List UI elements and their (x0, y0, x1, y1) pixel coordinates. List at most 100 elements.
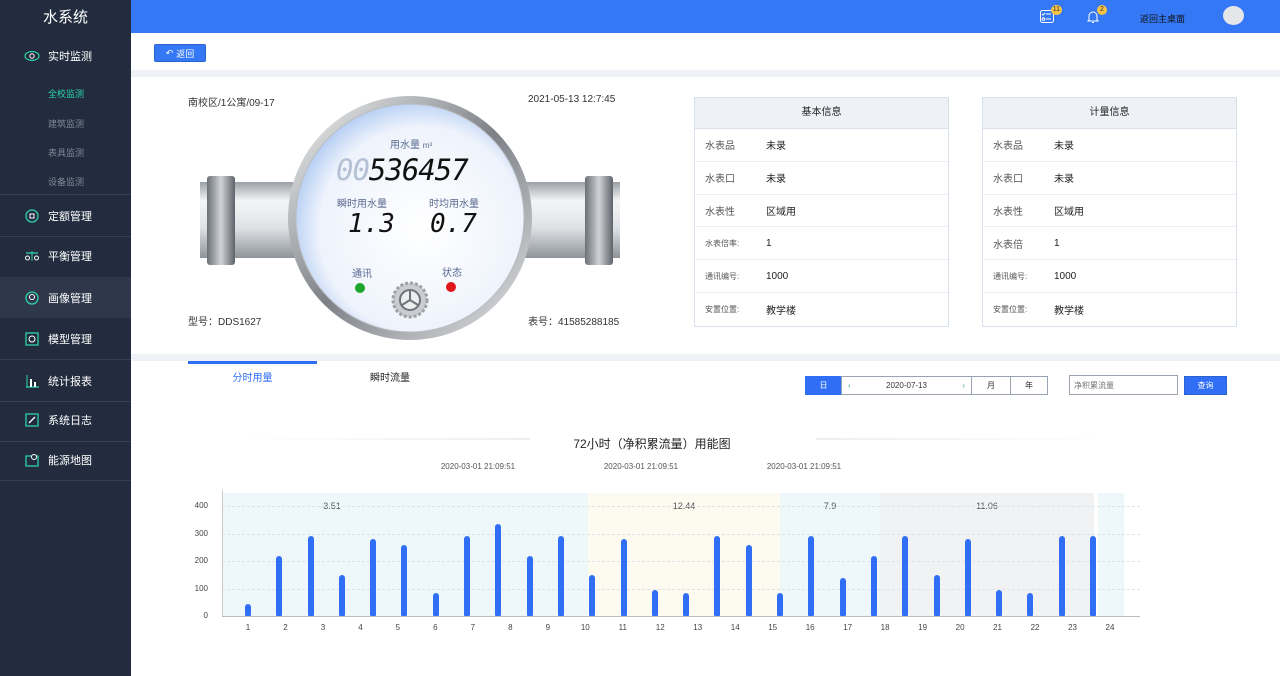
metering-info-table: 计量信息 水表品未录水表口未录水表性区域用水表倍1通讯编号:1000安置位置:教… (982, 97, 1237, 327)
back-button[interactable]: ↶返回 (154, 44, 206, 62)
avatar[interactable] (1223, 6, 1244, 25)
chart-title: 72小时（净积累流量）用能图 (500, 435, 804, 452)
gridline (222, 506, 1140, 507)
chart-band (880, 493, 1094, 616)
sidebar-item-label: 能源地图 (48, 452, 92, 468)
instant-value: 1.3 (348, 209, 395, 239)
search-input[interactable] (1069, 375, 1178, 395)
usage-reading: 00536457 (336, 153, 468, 187)
status-indicator (446, 282, 456, 292)
divider (0, 194, 131, 195)
sidebar-item-logs[interactable]: 系统日志 (0, 400, 131, 440)
table-row: 水表品未录 (983, 129, 1236, 162)
bar (652, 590, 658, 616)
target-icon (24, 208, 40, 224)
instant-label: 瞬时用水量 (337, 195, 387, 210)
sidebar-item-label: 模型管理 (48, 331, 92, 347)
x-tick-label: 17 (838, 623, 858, 632)
bar (621, 539, 627, 616)
sidebar-item-reports[interactable]: 统计报表 (0, 361, 131, 401)
x-tick-label: 8 (500, 623, 520, 632)
sidebar-item-quota[interactable]: 定额管理 (0, 196, 131, 236)
chevron-right-icon[interactable]: › (962, 381, 965, 390)
sidebar-item-profile[interactable]: 画像管理 (0, 277, 131, 318)
water-meter-panel: 南校区/1公寓/09-17 2021-05-13 12:7:45 型号：DDS1… (180, 85, 640, 340)
meter-illustration (180, 85, 640, 340)
top-bar: 11 2 返回主桌面 (131, 0, 1280, 33)
row-label: 水表性 (993, 203, 1054, 218)
gridline (222, 534, 1140, 535)
x-tick-label: 2 (275, 623, 295, 632)
table-row: 水表性区域用 (695, 195, 948, 228)
x-tick-label: 22 (1025, 623, 1045, 632)
x-tick-label: 3 (313, 623, 333, 632)
bar (495, 524, 501, 616)
tab-instant-flow[interactable]: 瞬时流量 (330, 369, 450, 384)
sidebar-item-realtime[interactable]: 实时监测 (0, 36, 131, 76)
bar (902, 536, 908, 616)
return-arrow-icon: ↶ (166, 48, 174, 59)
bar (1027, 593, 1033, 616)
sidebar-item-model[interactable]: 模型管理 (0, 319, 131, 359)
chart-band (222, 493, 588, 616)
divider (0, 359, 131, 360)
sidebar-item-energy-map[interactable]: 能源地图 (0, 440, 131, 480)
sidebar-item-balance[interactable]: 平衡管理 (0, 236, 131, 276)
chevron-left-icon[interactable]: ‹ (848, 381, 851, 390)
tasks-button[interactable]: 11 (1040, 10, 1054, 23)
bar (683, 593, 689, 616)
sidebar-subitem-meter[interactable]: 表具监测 (48, 146, 84, 159)
title-rule (240, 438, 530, 440)
bar (840, 578, 846, 617)
sidebar-subitem-building[interactable]: 建筑监测 (48, 117, 84, 130)
band-label: 11.06 (880, 501, 1094, 511)
day-button[interactable]: 日 (805, 376, 842, 395)
sidebar-subitem-device[interactable]: 设备监测 (48, 175, 84, 188)
section-divider (131, 354, 1280, 361)
eye-icon (24, 48, 40, 64)
y-tick-label: 200 (188, 556, 208, 565)
x-tick-label: 23 (1063, 623, 1083, 632)
notifications-button[interactable]: 2 (1087, 10, 1099, 23)
back-label: 返回 (176, 47, 194, 60)
scale-icon (24, 248, 40, 264)
table-row: 水表倍1 (983, 227, 1236, 260)
row-value: 1 (766, 238, 772, 249)
chart-timestamp: 2020-03-01 21:09:51 (583, 462, 699, 471)
x-tick-label: 13 (688, 623, 708, 632)
section-divider (131, 70, 1280, 77)
tab-time-usage[interactable]: 分时用量 (188, 369, 317, 384)
query-button[interactable]: 查询 (1184, 376, 1227, 395)
row-value: 未录 (766, 170, 786, 185)
month-button[interactable]: 月 (971, 376, 1011, 395)
sidebar-subitem-campus[interactable]: 全校监测 (48, 87, 84, 100)
home-link[interactable]: 返回主桌面 (1140, 12, 1185, 25)
sidebar-item-label: 系统日志 (48, 412, 92, 428)
bar (308, 536, 314, 616)
year-button[interactable]: 年 (1010, 376, 1048, 395)
chart-timestamp: 2020-03-01 21:09:51 (746, 462, 862, 471)
bar (401, 545, 407, 617)
date-picker[interactable]: ‹ 2020-07-13 › (841, 376, 972, 395)
x-tick-label: 19 (913, 623, 933, 632)
x-tick-label: 7 (463, 623, 483, 632)
bar (558, 536, 564, 616)
y-tick-label: 0 (188, 611, 208, 620)
bar (589, 575, 595, 616)
x-tick-label: 4 (350, 623, 370, 632)
table-row: 通讯编号:1000 (695, 260, 948, 293)
table-row: 安置位置:教学楼 (983, 293, 1236, 326)
table-row: 水表品未录 (695, 129, 948, 162)
table-row: 通讯编号:1000 (983, 260, 1236, 293)
x-tick-label: 24 (1100, 623, 1120, 632)
band-label: 3.51 (222, 501, 442, 511)
basic-info-table: 基本信息 水表品未录水表口未录水表性区域用水表倍率:1通讯编号:1000安置位置… (694, 97, 949, 327)
bar (965, 539, 971, 616)
band-label: 7.9 (780, 501, 880, 511)
map-icon (24, 452, 40, 468)
bar (777, 593, 783, 616)
bar (245, 604, 251, 616)
x-tick-label: 9 (538, 623, 558, 632)
chart-timestamp: 2020-03-01 21:09:51 (420, 462, 536, 471)
row-value: 未录 (1054, 137, 1074, 152)
